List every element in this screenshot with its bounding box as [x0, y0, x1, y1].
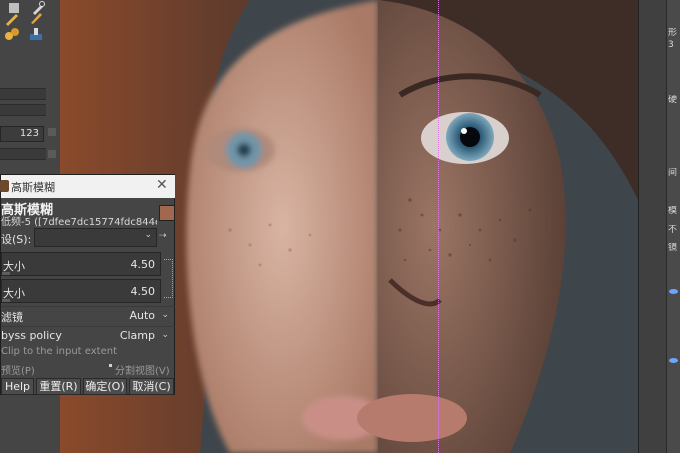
filter-value: Auto	[129, 309, 155, 322]
abyss-policy-label: byss policy	[1, 329, 62, 342]
dock-label: 间	[668, 168, 678, 178]
split-view-guide[interactable]	[438, 0, 439, 453]
tool-options-header	[0, 88, 46, 100]
cancel-button[interactable]: 取消(C)	[129, 378, 174, 395]
preview-checkbox[interactable]: 预览(P)	[1, 362, 35, 377]
split-view-check-icon	[109, 364, 112, 367]
right-dock-panel: 形 3 硬 间 模 不 镜	[666, 0, 680, 453]
tool-option-toggle[interactable]	[48, 150, 56, 158]
brush-tool-icon[interactable]	[28, 10, 44, 26]
filter-dropdown[interactable]: 滤镜 Auto ⌄	[1, 306, 175, 325]
dock-label: 3	[668, 40, 674, 50]
dock-label: 硬	[668, 95, 678, 105]
layer-thumbnail	[159, 205, 175, 221]
split-view-checkbox[interactable]: 分割视图(V)	[115, 362, 170, 377]
close-icon[interactable]: ✕	[156, 177, 168, 193]
tool-size-value[interactable]: 123	[0, 126, 44, 142]
size-x-bar	[2, 272, 10, 275]
gimp-icon	[0, 180, 9, 192]
ok-button[interactable]: 确定(O)	[83, 378, 127, 395]
chain-link-icon[interactable]	[164, 259, 173, 298]
dialog-window-title: 高斯模糊	[11, 181, 55, 194]
smudge-tool-icon[interactable]	[28, 26, 44, 42]
size-x-spinner[interactable]: 大小 4.50	[1, 252, 161, 276]
pencil-tool-icon[interactable]	[4, 10, 20, 26]
size-y-value: 4.50	[130, 285, 156, 298]
size-x-value: 4.50	[130, 258, 156, 271]
dialog-titlebar[interactable]: 高斯模糊 ✕	[0, 175, 175, 198]
preset-label: 设(S):	[1, 233, 32, 246]
abyss-policy-dropdown[interactable]: byss policy Clamp ⌄	[1, 326, 175, 345]
size-y-bar	[2, 299, 10, 302]
tool-options-row	[0, 148, 46, 160]
dock-label: 镜	[668, 243, 678, 253]
dock-label: 不	[668, 225, 678, 235]
chevron-down-icon: ⌄	[161, 330, 169, 340]
preset-dropdown[interactable]: ⌄	[34, 228, 157, 247]
clip-extent-checkbox[interactable]: Clip to the input extent	[1, 346, 117, 357]
dock-label: 形	[668, 28, 678, 38]
layer-visibility-eye-icon[interactable]	[669, 289, 678, 294]
size-y-spinner[interactable]: 大小 4.50	[1, 279, 161, 303]
chevron-down-icon: ⌄	[144, 230, 152, 240]
dock-label: 模	[668, 206, 678, 216]
filter-label: 滤镜	[1, 311, 23, 324]
chevron-down-icon: ⌄	[161, 310, 169, 320]
tool-size-stepper[interactable]	[48, 128, 56, 136]
layer-visibility-eye-icon[interactable]	[669, 358, 678, 363]
preset-menu-icon[interactable]: ⇢	[159, 231, 167, 241]
tool-options-row	[0, 104, 46, 116]
reset-button[interactable]: 重置(R)	[36, 378, 81, 395]
clone-tool-icon[interactable]	[4, 26, 20, 42]
dock-separator	[638, 0, 667, 453]
help-button[interactable]: Help	[1, 378, 34, 395]
gaussian-blur-dialog: 高斯模糊 ✕ 高斯模糊 低频-5 ([7dfee7dc15774fdc844e9…	[0, 174, 175, 395]
dialog-header-subtitle: 低频-5 ([7dfee7dc15774fdc844e9a9...	[1, 217, 157, 228]
abyss-policy-value: Clamp	[119, 329, 155, 342]
